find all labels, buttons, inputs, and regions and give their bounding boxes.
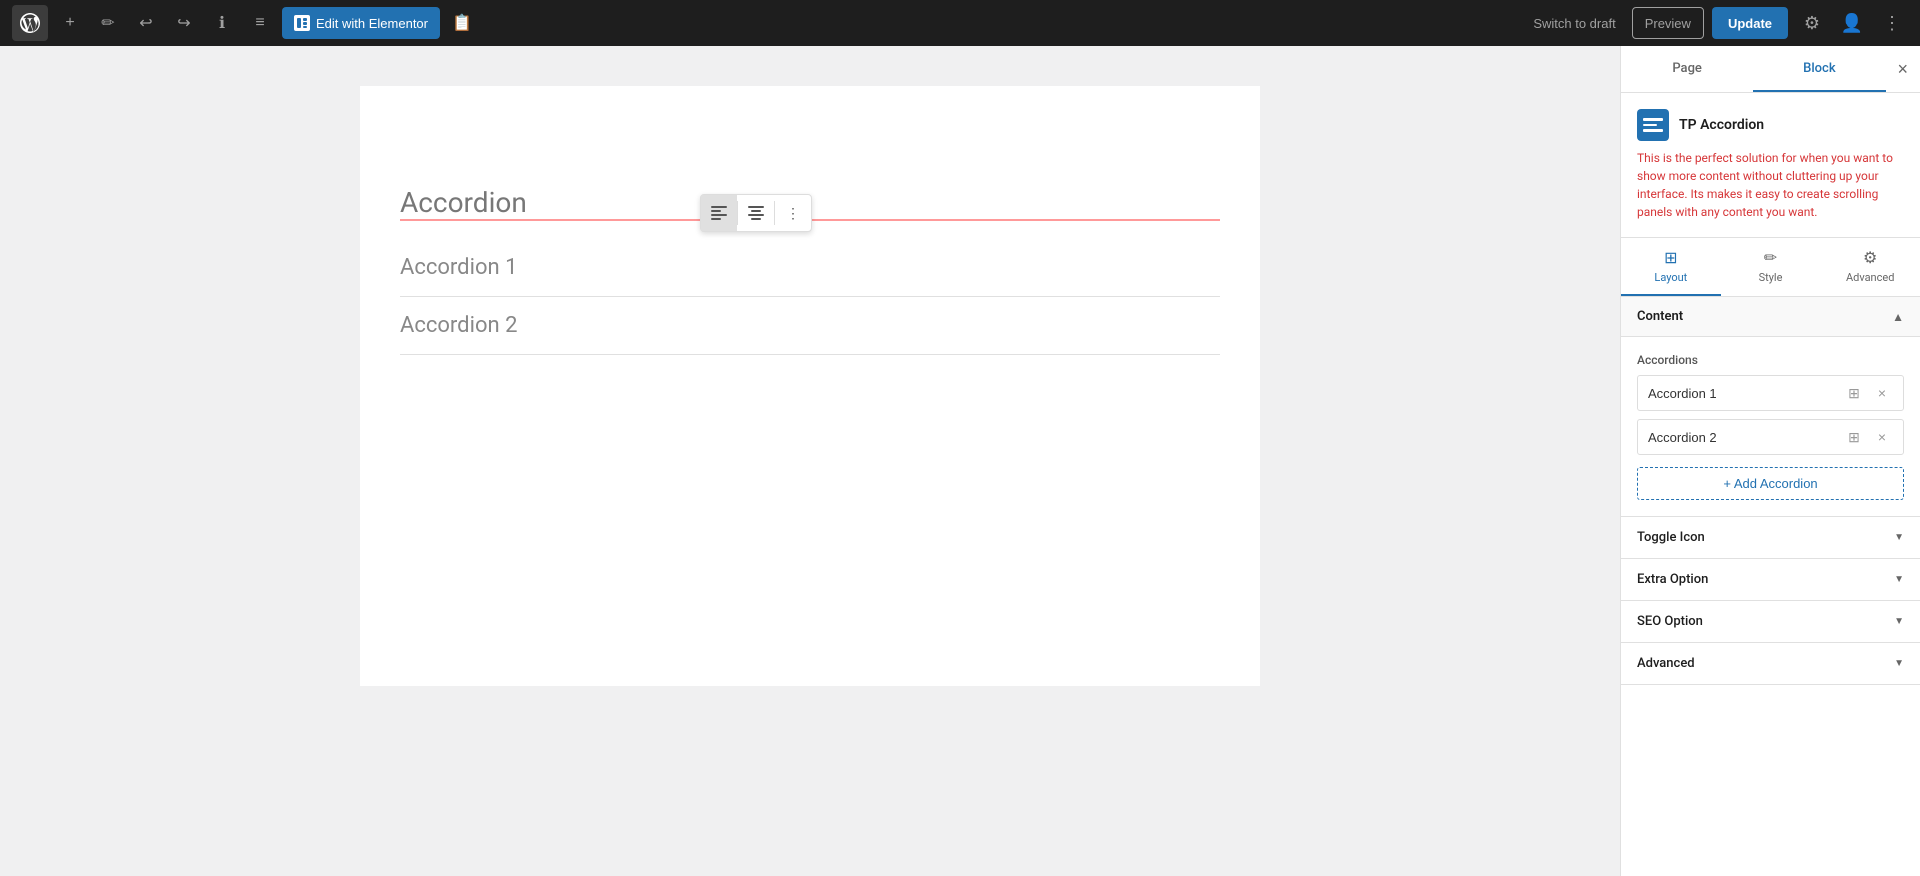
extra-option-chevron: ▼ bbox=[1894, 574, 1904, 585]
top-toolbar: + ✏ ↩ ↪ ℹ ≡ Edit with Elementor 📋 Switch… bbox=[0, 0, 1920, 46]
style-icon: ✏ bbox=[1764, 248, 1777, 267]
advanced-chevron: ▼ bbox=[1894, 658, 1904, 669]
accordion-1-delete-button[interactable]: × bbox=[1871, 382, 1893, 404]
accordion-2-input[interactable] bbox=[1648, 430, 1837, 445]
advanced-header[interactable]: Advanced ▼ bbox=[1621, 643, 1920, 684]
info-button[interactable]: ℹ bbox=[206, 7, 238, 39]
preview-button[interactable]: Preview bbox=[1632, 7, 1704, 39]
block-icon-line-1 bbox=[1643, 118, 1663, 121]
extra-option-header[interactable]: Extra Option ▼ bbox=[1621, 559, 1920, 600]
advanced-icon: ⚙ bbox=[1863, 248, 1877, 267]
extra-option-title: Extra Option bbox=[1637, 572, 1708, 587]
main-area: ⋮ Accordion Accordion 1 Accordion 2 Page… bbox=[0, 46, 1920, 876]
layout-sub-tab[interactable]: ⊞ Layout bbox=[1621, 238, 1721, 296]
accordion-item-1[interactable]: Accordion 1 bbox=[400, 239, 1220, 297]
canvas-area: ⋮ Accordion Accordion 1 Accordion 2 bbox=[0, 46, 1620, 876]
content-section-title: Content bbox=[1637, 309, 1683, 324]
right-panel: Page Block × TP Accordion This is the pe… bbox=[1620, 46, 1920, 876]
accordion-2-edit-button[interactable]: ⊞ bbox=[1843, 426, 1865, 448]
seo-option-header[interactable]: SEO Option ▼ bbox=[1621, 601, 1920, 642]
accordion-list: ⊞ × ⊞ × bbox=[1637, 375, 1904, 455]
toggle-icon-chevron: ▼ bbox=[1894, 532, 1904, 543]
wp-logo[interactable] bbox=[12, 5, 48, 41]
seo-option-chevron: ▼ bbox=[1894, 616, 1904, 627]
switch-to-draft-button[interactable]: Switch to draft bbox=[1525, 7, 1623, 39]
elementor-icon bbox=[294, 15, 310, 31]
block-name: TP Accordion bbox=[1679, 117, 1764, 133]
style-tab-label: Style bbox=[1759, 271, 1783, 284]
block-info-header: TP Accordion bbox=[1637, 109, 1904, 141]
block-icon-inner bbox=[1643, 118, 1663, 132]
panel-body: Content ▲ Accordions ⊞ × ⊞ bbox=[1621, 297, 1920, 876]
seo-option-section: SEO Option ▼ bbox=[1621, 601, 1920, 643]
accordion-1-input[interactable] bbox=[1648, 386, 1837, 401]
panel-header: Page Block × bbox=[1621, 46, 1920, 93]
seo-option-title: SEO Option bbox=[1637, 614, 1703, 629]
block-icon bbox=[1637, 109, 1669, 141]
advanced-sub-tab[interactable]: ⚙ Advanced bbox=[1820, 238, 1920, 296]
accordion-1-edit-button[interactable]: ⊞ bbox=[1843, 382, 1865, 404]
extra-option-section: Extra Option ▼ bbox=[1621, 559, 1920, 601]
advanced-title: Advanced bbox=[1637, 656, 1695, 671]
content-section-header[interactable]: Content ▲ bbox=[1621, 297, 1920, 337]
add-block-button[interactable]: + bbox=[54, 7, 86, 39]
block-icon-line-2 bbox=[1643, 124, 1657, 127]
redo-button[interactable]: ↪ bbox=[168, 7, 200, 39]
toggle-icon-header[interactable]: Toggle Icon ▼ bbox=[1621, 517, 1920, 558]
block-sub-tabs: ⊞ Layout ✏ Style ⚙ Advanced bbox=[1621, 238, 1920, 297]
content-chevron-icon: ▲ bbox=[1892, 310, 1904, 324]
panel-close-button[interactable]: × bbox=[1886, 46, 1920, 92]
page-tab[interactable]: Page bbox=[1621, 47, 1753, 92]
toggle-icon-title: Toggle Icon bbox=[1637, 530, 1705, 545]
page-canvas: ⋮ Accordion Accordion 1 Accordion 2 bbox=[360, 86, 1260, 686]
update-button[interactable]: Update bbox=[1712, 7, 1788, 39]
toggle-icon-section: Toggle Icon ▼ bbox=[1621, 517, 1920, 559]
block-info: TP Accordion This is the perfect solutio… bbox=[1621, 93, 1920, 238]
accordion-list-item-1: ⊞ × bbox=[1637, 375, 1904, 411]
more-options-button[interactable]: ⋮ bbox=[1876, 7, 1908, 39]
block-description: This is the perfect solution for when yo… bbox=[1637, 149, 1904, 221]
layout-icon: ⊞ bbox=[1664, 248, 1677, 267]
elementor-button-label: Edit with Elementor bbox=[316, 16, 428, 31]
block-align-center-button[interactable] bbox=[738, 195, 774, 231]
layout-tab-label: Layout bbox=[1654, 271, 1687, 284]
undo-button[interactable]: ↩ bbox=[130, 7, 162, 39]
clipboard-button[interactable]: 📋 bbox=[446, 7, 478, 39]
add-accordion-button[interactable]: + Add Accordion bbox=[1637, 467, 1904, 500]
user-button[interactable]: 👤 bbox=[1836, 7, 1868, 39]
style-sub-tab[interactable]: ✏ Style bbox=[1721, 238, 1821, 296]
accordion-item-1-title: Accordion 1 bbox=[400, 255, 1220, 280]
toolbar-right: Switch to draft Preview Update ⚙ 👤 ⋮ bbox=[1525, 7, 1908, 39]
accordion-list-item-2: ⊞ × bbox=[1637, 419, 1904, 455]
block-toolbar: ⋮ bbox=[700, 194, 812, 232]
list-button[interactable]: ≡ bbox=[244, 7, 276, 39]
accordion-item-2[interactable]: Accordion 2 bbox=[400, 297, 1220, 355]
edit-with-elementor-button[interactable]: Edit with Elementor bbox=[282, 7, 440, 39]
block-align-left-button[interactable] bbox=[701, 195, 737, 231]
accordions-field-label: Accordions bbox=[1637, 353, 1904, 367]
advanced-section: Advanced ▼ bbox=[1621, 643, 1920, 685]
block-icon-line-3 bbox=[1643, 129, 1663, 132]
accordion-2-delete-button[interactable]: × bbox=[1871, 426, 1893, 448]
advanced-tab-label: Advanced bbox=[1846, 271, 1894, 284]
block-more-options-button[interactable]: ⋮ bbox=[775, 195, 811, 231]
block-tab[interactable]: Block bbox=[1753, 47, 1885, 92]
edit-button[interactable]: ✏ bbox=[92, 7, 124, 39]
settings-button[interactable]: ⚙ bbox=[1796, 7, 1828, 39]
toolbar-left: + ✏ ↩ ↪ ℹ ≡ Edit with Elementor 📋 bbox=[12, 5, 478, 41]
accordion-item-2-title: Accordion 2 bbox=[400, 313, 1220, 338]
content-section-body: Accordions ⊞ × ⊞ × + Add Accordion bbox=[1621, 337, 1920, 517]
